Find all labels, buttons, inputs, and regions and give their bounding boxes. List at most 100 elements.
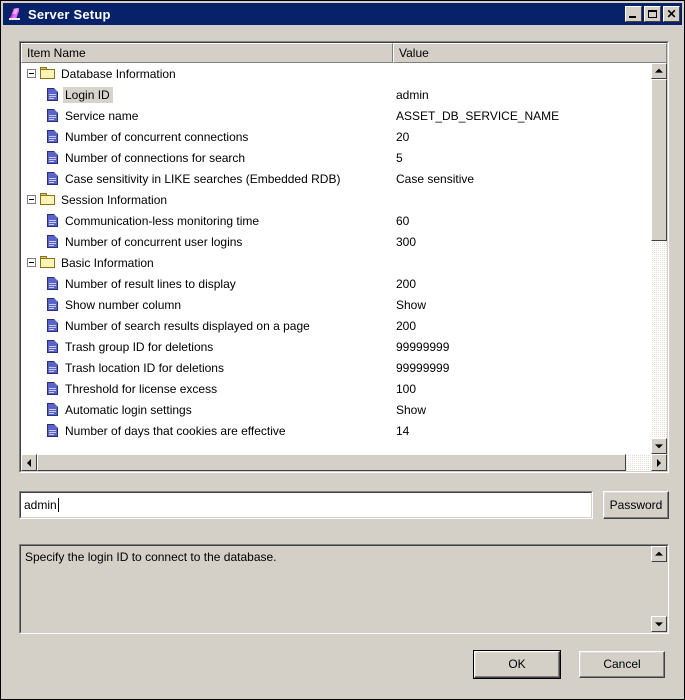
description-scroll-down-button[interactable] [651, 616, 667, 632]
chevron-up-icon [655, 551, 663, 556]
tree-row-label-wrap: Automatic login settings [21, 402, 195, 418]
tree-row-name: Database Information [61, 66, 176, 81]
vertical-scroll-thumb[interactable] [651, 79, 667, 241]
tree-row-value: 20 [396, 129, 410, 144]
tree-row-name: Number of days that cookies are effectiv… [65, 423, 286, 438]
collapse-toggle-icon[interactable] [27, 258, 36, 267]
tree-row-label-wrap: Number of days that cookies are effectiv… [21, 423, 289, 439]
folder-icon [40, 193, 56, 206]
tree-group-row[interactable]: Database Information [21, 63, 651, 84]
tree-row-value: 200 [396, 276, 417, 291]
server-setup-dialog: Server Setup ✕ Item Name Value Database … [0, 0, 685, 700]
tree-row-name: Communication-less monitoring time [65, 213, 260, 228]
tree-item-row[interactable]: Number of concurrent user logins 300 [21, 231, 651, 252]
tree-horizontal-scrollbar[interactable] [21, 454, 667, 471]
tree-group-row[interactable]: Session Information [21, 189, 651, 210]
tree-row-name: Case sensitivity in LIKE searches (Embed… [65, 171, 341, 186]
document-icon [46, 381, 60, 396]
tree-row-label-wrap: Session Information [21, 192, 170, 208]
tree-item-row[interactable]: Automatic login settings Show [21, 399, 651, 420]
tree-row-label-wrap: Login ID [21, 86, 113, 103]
window-title: Server Setup [28, 6, 111, 22]
tree-item-row[interactable]: Number of days that cookies are effectiv… [21, 420, 651, 441]
document-icon [46, 213, 60, 228]
tree-item-row[interactable]: Show number column Show [21, 294, 651, 315]
tree-row-value: Show [396, 297, 427, 312]
chevron-down-icon [655, 444, 663, 449]
folder-icon [40, 67, 56, 80]
document-icon [46, 129, 60, 144]
description-scrollbar[interactable] [650, 546, 667, 632]
tree-row-value: 200 [396, 318, 417, 333]
tree-item-row[interactable]: Number of result lines to display 200 [21, 273, 651, 294]
value-input[interactable]: admin [19, 491, 593, 519]
tree-row-label-wrap: Number of concurrent user logins [21, 234, 245, 250]
tree-item-row[interactable]: Number of connections for search 5 [21, 147, 651, 168]
tree-item-row[interactable]: Communication-less monitoring time 60 [21, 210, 651, 231]
tree-row-value: 99999999 [396, 339, 450, 354]
tree-header: Item Name Value [21, 43, 667, 63]
scroll-left-button[interactable] [21, 454, 37, 471]
tree-item-row[interactable]: Trash location ID for deletions 99999999 [21, 357, 651, 378]
tree-row-value: admin [396, 87, 429, 102]
tree-item-row[interactable]: Case sensitivity in LIKE searches (Embed… [21, 168, 651, 189]
tree-row-value: ASSET_DB_SERVICE_NAME [396, 108, 560, 123]
document-icon [46, 276, 60, 291]
value-input-inner[interactable]: admin [20, 492, 592, 518]
tree-item-row[interactable]: Trash group ID for deletions 99999999 [21, 336, 651, 357]
tree-row-name: Trash group ID for deletions [65, 339, 214, 354]
ok-button[interactable]: OK [473, 650, 561, 679]
scroll-right-button[interactable] [651, 454, 667, 471]
collapse-toggle-icon[interactable] [27, 69, 36, 78]
cancel-button[interactable]: Cancel [579, 651, 665, 678]
close-button[interactable]: ✕ [663, 6, 680, 22]
title-bar[interactable]: Server Setup ✕ [3, 3, 682, 25]
maximize-button[interactable] [644, 6, 661, 22]
scroll-down-button[interactable] [651, 438, 667, 454]
tree-row-name: Number of concurrent user logins [65, 234, 243, 249]
tree-item-row[interactable]: Number of search results displayed on a … [21, 315, 651, 336]
document-icon [46, 402, 60, 417]
tree-item-row[interactable]: Login ID admin [21, 84, 651, 105]
tree-row-label-wrap: Service name [21, 108, 141, 124]
tree-row-name: Number of connections for search [65, 150, 246, 165]
tree-row-label-wrap: Number of search results displayed on a … [21, 318, 313, 334]
horizontal-scroll-thumb[interactable] [37, 454, 627, 471]
tree-row-value: Case sensitive [396, 171, 475, 186]
tree-item-row[interactable]: Threshold for license excess 100 [21, 378, 651, 399]
tree-row-label-wrap: Case sensitivity in LIKE searches (Embed… [21, 171, 343, 187]
column-header-item-name[interactable]: Item Name [21, 43, 393, 63]
tree-row-name: Show number column [65, 297, 182, 312]
tree-item-row[interactable]: Service name ASSET_DB_SERVICE_NAME [21, 105, 651, 126]
vertical-scroll-track[interactable] [651, 79, 667, 438]
document-icon [46, 339, 60, 354]
tree-row-name: Number of result lines to display [65, 276, 236, 291]
minimize-button[interactable] [625, 6, 642, 22]
horizontal-scroll-track[interactable] [37, 454, 651, 471]
tree-row-name: Basic Information [61, 255, 154, 270]
tree-row-label-wrap: Number of concurrent connections [21, 129, 251, 145]
tree-row-value: 60 [396, 213, 410, 228]
column-header-value[interactable]: Value [393, 43, 667, 63]
value-editor-row: admin Password [19, 491, 669, 519]
tree-rows[interactable]: Database Information Login ID admin Service… [21, 63, 651, 454]
description-scroll-up-button[interactable] [651, 546, 667, 562]
document-icon [46, 318, 60, 333]
tree-group-row[interactable]: Basic Information [21, 252, 651, 273]
collapse-toggle-icon[interactable] [27, 195, 36, 204]
document-icon [46, 297, 60, 312]
document-icon [46, 150, 60, 165]
tree-row-name: Service name [65, 108, 139, 123]
document-icon [46, 171, 60, 186]
description-panel: Specify the login ID to connect to the d… [19, 544, 669, 634]
tree-item-row[interactable]: Number of concurrent connections 20 [21, 126, 651, 147]
tree-row-label-wrap: Communication-less monitoring time [21, 213, 262, 229]
tree-vertical-scrollbar[interactable] [651, 63, 667, 454]
scroll-up-button[interactable] [651, 63, 667, 79]
chevron-up-icon [655, 68, 663, 73]
description-inner: Specify the login ID to connect to the d… [20, 545, 668, 633]
tree-row-name: Session Information [61, 192, 168, 207]
app-icon [7, 6, 23, 22]
password-button[interactable]: Password [603, 491, 669, 519]
settings-tree-inner: Item Name Value Database Information Logi… [20, 42, 668, 472]
